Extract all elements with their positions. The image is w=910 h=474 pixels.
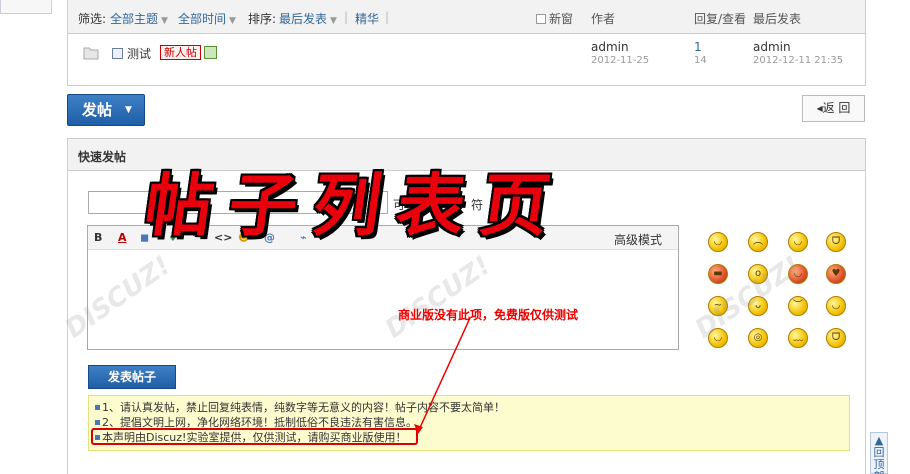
overlay-title: 帖子列表页 (139, 166, 571, 246)
back-to-top-label: 回顶部 (873, 446, 885, 474)
annotation-callout: 商业版没有此项，免费版仅供测试 (398, 308, 579, 322)
back-to-top-button[interactable]: ▲回顶部 (870, 432, 888, 474)
